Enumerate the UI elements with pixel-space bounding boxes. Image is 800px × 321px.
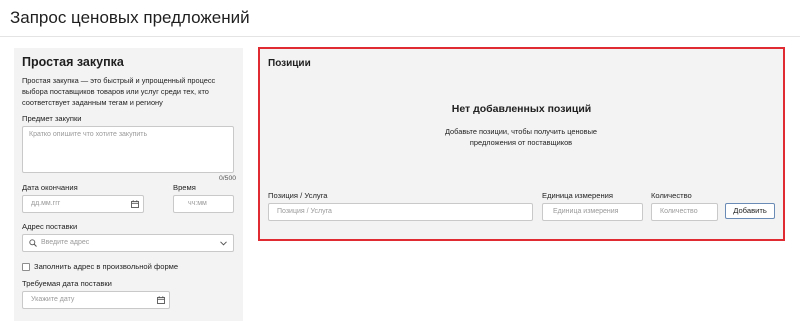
positions-title: Позиции xyxy=(268,58,311,69)
empty-state-description: Добавьте позиции, чтобы получить ценовые… xyxy=(444,127,598,147)
item-label: Позиция / Услуга xyxy=(268,191,328,200)
quantity-input[interactable]: Количество xyxy=(651,203,718,221)
end-date-input[interactable]: дд.мм.ггг xyxy=(22,195,144,213)
address-placeholder: Введите адрес xyxy=(41,239,90,246)
simple-purchase-description: Простая закупка — это быстрый и упрощенн… xyxy=(22,76,216,107)
delivery-date-label: Требуемая дата поставки xyxy=(22,279,112,288)
unit-placeholder: Единица измерения xyxy=(553,208,619,215)
quantity-label: Количество xyxy=(651,191,692,200)
add-position-button[interactable]: Добавить xyxy=(725,203,775,219)
time-input[interactable]: чч:мм xyxy=(173,195,234,213)
unit-input[interactable]: Единица измерения xyxy=(542,203,643,221)
address-select[interactable]: Введите адрес xyxy=(22,234,234,252)
simple-purchase-title: Простая закупка xyxy=(22,55,124,69)
calendar-icon[interactable] xyxy=(157,296,165,304)
subject-label: Предмет закупки xyxy=(22,114,82,123)
item-placeholder: Позиция / Услуга xyxy=(277,208,332,215)
free-form-checkbox[interactable] xyxy=(22,263,30,271)
free-form-label: Заполнить адрес в произвольной форме xyxy=(34,262,179,271)
quantity-placeholder: Количество xyxy=(660,208,698,215)
subject-placeholder: Кратко опишите что хотите закупить xyxy=(29,131,148,138)
delivery-date-input[interactable]: Укажите дату xyxy=(22,291,170,309)
address-label: Адрес поставки xyxy=(22,222,78,231)
search-icon xyxy=(29,239,37,247)
positions-panel: Позиции Нет добавленных позиций Добавьте… xyxy=(258,47,785,241)
end-date-label: Дата окончания xyxy=(22,183,78,192)
time-placeholder: чч:мм xyxy=(188,200,207,207)
empty-state-title: Нет добавленных позиций xyxy=(451,103,592,115)
chevron-down-icon[interactable] xyxy=(220,241,227,246)
delivery-date-placeholder: Укажите дату xyxy=(31,296,75,303)
page-header: Запрос ценовых предложений xyxy=(0,0,800,37)
subject-counter: 0/500 xyxy=(219,175,237,182)
subject-textarea[interactable]: Кратко опишите что хотите закупить xyxy=(22,126,234,173)
simple-purchase-panel: Простая закупка Простая закупка — это бы… xyxy=(14,48,243,321)
time-label: Время xyxy=(173,183,196,192)
page-title: Запрос ценовых предложений xyxy=(10,8,250,27)
item-input[interactable]: Позиция / Услуга xyxy=(268,203,533,221)
calendar-icon[interactable] xyxy=(131,200,139,208)
unit-label: Единица измерения xyxy=(542,191,614,200)
end-date-placeholder: дд.мм.ггг xyxy=(31,200,61,207)
